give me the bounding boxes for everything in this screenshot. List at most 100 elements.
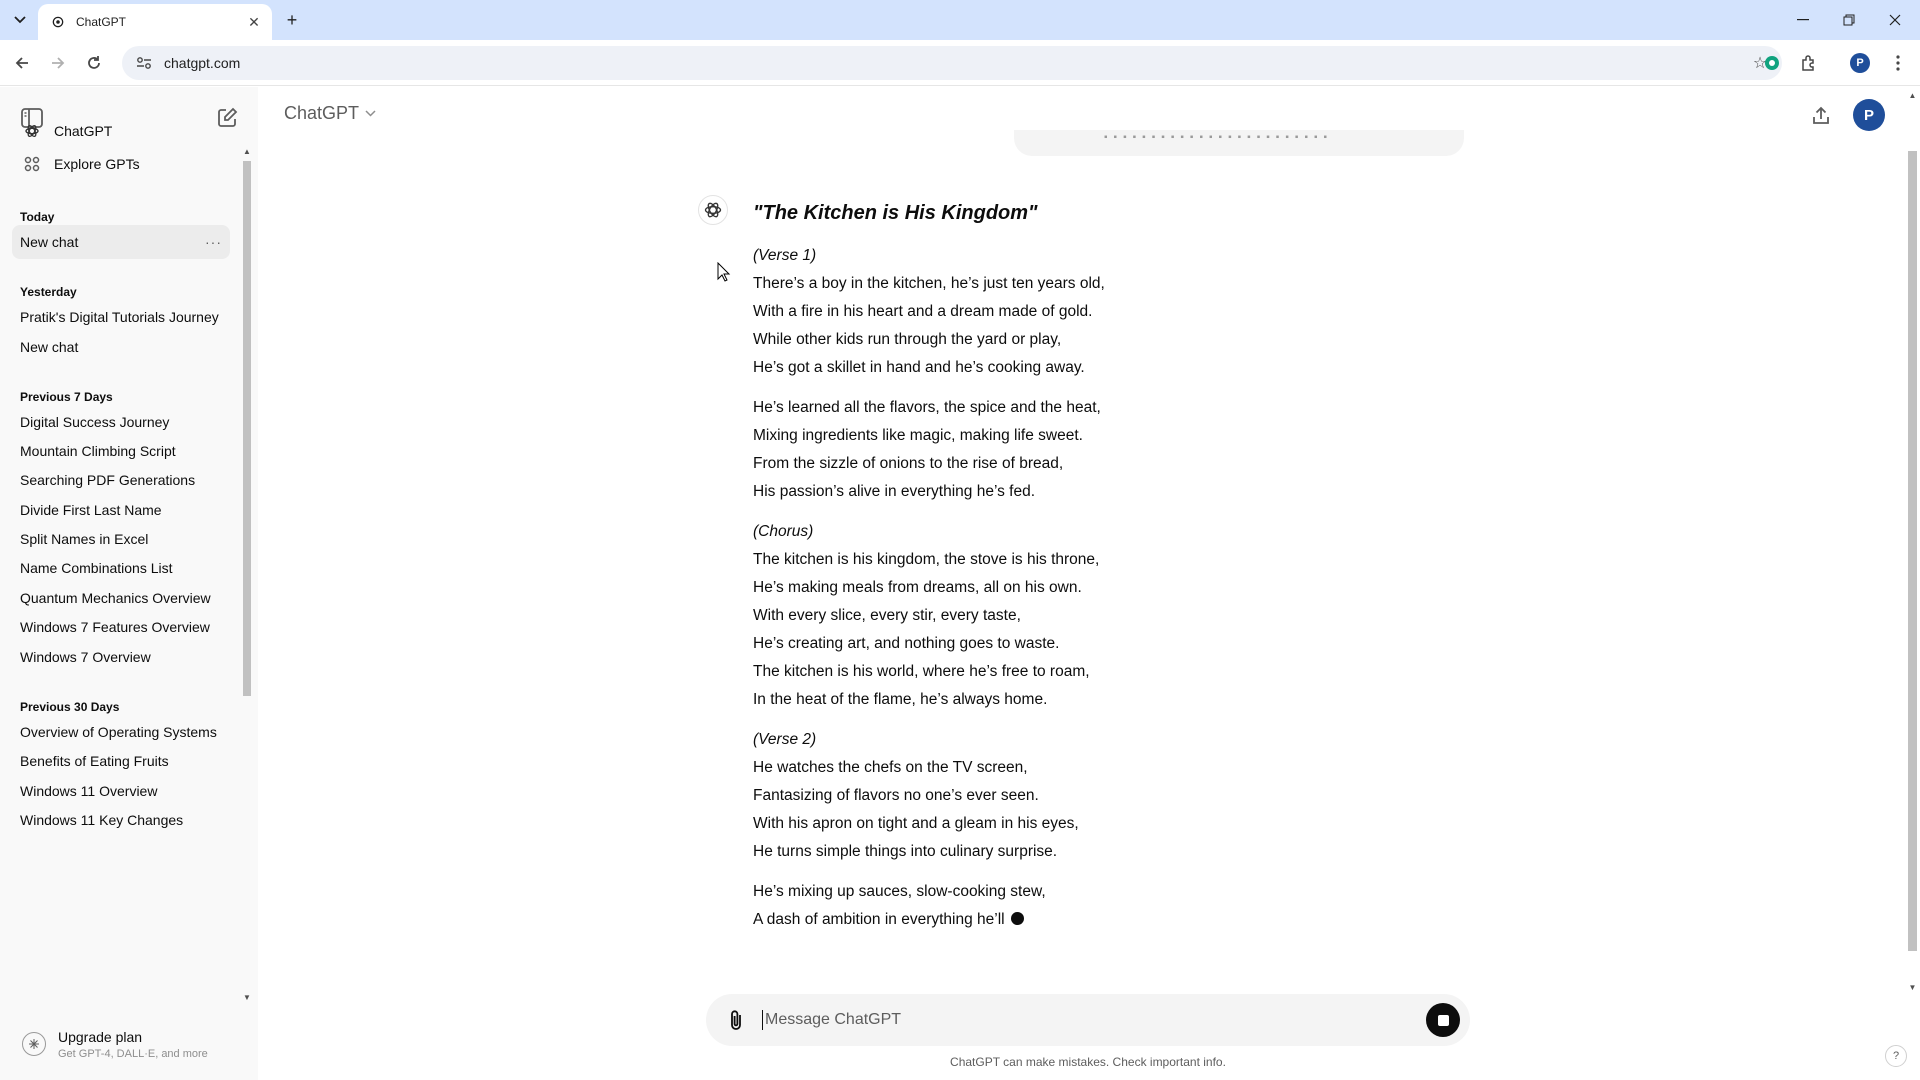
poem-line-text: The kitchen is his kingdom, the stove is… — [753, 551, 1100, 568]
sidebar-chat-item[interactable]: Name Combinations List — [12, 551, 230, 585]
poem-line-text: He’s got a skillet in hand and he’s cook… — [753, 359, 1085, 376]
model-name: ChatGPT — [284, 103, 360, 123]
sidebar-section-heading: Today — [20, 210, 55, 224]
chat-item-label: New chat — [20, 339, 79, 355]
poem-line: Mixing ingredients like magic, making li… — [753, 422, 1513, 450]
reload-icon[interactable] — [82, 51, 106, 75]
browser-tab-strip: ChatGPT ✕ + — [0, 0, 1920, 40]
back-arrow-icon[interactable] — [10, 51, 34, 75]
minimize-window-icon[interactable] — [1780, 0, 1826, 40]
tab-search-chevron-icon[interactable] — [8, 8, 32, 32]
stanza-label: (Verse 2) — [753, 731, 817, 748]
chat-item-label: Quantum Mechanics Overview — [20, 590, 211, 606]
poem-line-text: Fantasizing of flavors no one’s ever see… — [753, 787, 1039, 804]
share-icon[interactable] — [1806, 101, 1836, 131]
sidebar-link-label: ChatGPT — [54, 123, 113, 139]
chat-item-label: Digital Success Journey — [20, 414, 170, 430]
scroll-down-arrow-icon[interactable]: ▼ — [1905, 983, 1920, 992]
sidebar-link-explore-gpts[interactable]: Explore GPTs — [12, 147, 234, 181]
poem-stanza: (Chorus) The kitchen is his kingdom, the … — [753, 518, 1513, 714]
poem-stanza: (Verse 1) There’s a boy in the kitchen, h… — [753, 242, 1513, 382]
upgrade-plan-button[interactable]: Upgrade plan Get GPT-4, DALL·E, and more — [12, 1016, 242, 1072]
poem-line: While other kids run through the yard or… — [753, 326, 1513, 354]
upgrade-subtitle: Get GPT-4, DALL·E, and more — [58, 1047, 208, 1060]
sidebar-chat-item[interactable]: Searching PDF Generations — [12, 463, 230, 497]
extensions-puzzle-icon[interactable] — [1797, 51, 1821, 75]
poem-line: The kitchen is his world, where he’s fre… — [753, 658, 1513, 686]
chat-item-label: Overview of Operating Systems — [20, 724, 217, 740]
sidebar-link-label: Explore GPTs — [54, 156, 140, 172]
poem-line-text: There’s a boy in the kitchen, he’s just … — [753, 275, 1105, 292]
mouse-pointer-icon — [717, 262, 731, 282]
sidebar-chat-item[interactable]: Windows 7 Overview — [12, 640, 230, 674]
chat-item-label: Windows 7 Overview — [20, 649, 151, 665]
new-tab-button[interactable]: + — [280, 8, 304, 32]
poem-line: He’s creating art, and nothing goes to w… — [753, 630, 1513, 658]
restore-window-icon[interactable] — [1826, 0, 1872, 40]
poem-line-text: He’s mixing up sauces, slow-cooking stew… — [753, 883, 1046, 900]
chat-item-label: Mountain Climbing Script — [20, 443, 176, 459]
assistant-response: "The Kitchen is His Kingdom" (Verse 1) Th… — [753, 196, 1513, 934]
grid-icon — [20, 152, 44, 176]
stop-generating-button[interactable] — [1426, 1003, 1460, 1037]
forward-arrow-icon[interactable] — [46, 51, 70, 75]
poem-line-text: He’s learned all the flavors, the spice … — [753, 399, 1101, 416]
poem-line-text: A dash of ambition in everything he’ll — [753, 911, 1005, 928]
poem-line: He watches the chefs on the TV screen, — [753, 754, 1513, 782]
address-bar[interactable]: chatgpt.com ☆ — [122, 46, 1782, 80]
sidebar-chat-item[interactable]: New chat ··· — [12, 225, 230, 259]
sidebar-chat-item[interactable]: New chat — [12, 330, 230, 364]
poem-line: His passion’s alive in everything he’s f… — [753, 478, 1513, 506]
sidebar-scrollbar[interactable]: ▲ ▼ — [241, 147, 253, 1002]
sidebar-scroll-thumb[interactable] — [243, 161, 251, 696]
poem-stanza: (Verse 2) He watches the chefs on the TV … — [753, 726, 1513, 866]
poem-line: With every slice, every stir, every tast… — [753, 602, 1513, 630]
help-button[interactable]: ? — [1885, 1045, 1907, 1067]
poem-line: He’s got a skillet in hand and he’s cook… — [753, 354, 1513, 382]
stop-square-icon — [1437, 1014, 1449, 1026]
poem-line: He’s mixing up sauces, slow-cooking stew… — [753, 878, 1513, 906]
poem-line: With a fire in his heart and a dream mad… — [753, 298, 1513, 326]
poem-line-text: He turns simple things into culinary sur… — [753, 843, 1058, 860]
sidebar-chat-item[interactable]: Windows 7 Features Overview — [12, 610, 230, 644]
main-scrollbar[interactable]: ▲ ▼ — [1905, 87, 1920, 992]
sidebar-link-chatgpt[interactable]: ChatGPT — [12, 114, 234, 148]
browser-profile-avatar[interactable]: P — [1848, 51, 1872, 75]
poem-line-text: His passion’s alive in everything he’s f… — [753, 483, 1036, 500]
poem-line: With his apron on tight and a gleam in h… — [753, 810, 1513, 838]
more-options-icon[interactable]: ··· — [205, 234, 222, 250]
sidebar-chat-item[interactable]: Pratik's Digital Tutorials Journey — [12, 300, 230, 334]
poem-title: "The Kitchen is His Kingdom" — [753, 202, 1038, 224]
chatgpt-favicon-icon — [50, 14, 66, 30]
sidebar-chat-item[interactable]: Windows 11 Key Changes — [12, 803, 230, 837]
message-composer — [706, 994, 1470, 1046]
poem-line: The kitchen is his kingdom, the stove is… — [753, 546, 1513, 574]
close-window-icon[interactable] — [1872, 0, 1918, 40]
upgrade-sparkle-icon — [22, 1032, 46, 1056]
message-input[interactable] — [765, 1011, 1426, 1029]
poem-line: A dash of ambition in everything he’ll — [753, 906, 1513, 934]
poem-line-text: Mixing ingredients like magic, making li… — [753, 427, 1083, 444]
poem-line-text: He’s making meals from dreams, all on hi… — [753, 579, 1082, 596]
model-selector[interactable]: ChatGPT — [284, 103, 376, 124]
browser-menu-icon[interactable] — [1886, 51, 1910, 75]
user-avatar[interactable]: P — [1853, 99, 1885, 131]
chat-item-label: Name Combinations List — [20, 560, 173, 576]
scroll-down-arrow-icon[interactable]: ▼ — [241, 993, 253, 1002]
truncated-text-placeholder: ▪▪▪▪▪▪▪▪▪▪▪▪▪▪▪▪▪▪▪▪▪▪▪▪ — [1104, 132, 1334, 143]
chat-item-label: Windows 11 Key Changes — [20, 812, 184, 828]
close-tab-icon[interactable]: ✕ — [246, 14, 262, 31]
paperclip-icon[interactable] — [722, 1006, 750, 1034]
chat-item-label: Benefits of Eating Fruits — [20, 753, 169, 769]
sidebar-chat-item[interactable]: Benefits of Eating Fruits — [12, 744, 230, 778]
chat-item-label: Divide First Last Name — [20, 502, 162, 518]
main-scroll-thumb[interactable] — [1908, 151, 1917, 951]
poem-stanza: He’s mixing up sauces, slow-cooking stew… — [753, 878, 1513, 934]
poem-line-text: The kitchen is his world, where he’s fre… — [753, 663, 1090, 680]
browser-tab[interactable]: ChatGPT ✕ — [38, 4, 272, 40]
scroll-up-arrow-icon[interactable]: ▲ — [1905, 91, 1920, 100]
scroll-up-arrow-icon[interactable]: ▲ — [241, 147, 253, 156]
chat-item-label: Windows 11 Overview — [20, 783, 158, 799]
site-info-icon[interactable] — [132, 56, 156, 70]
extension-openai-icon[interactable] — [1760, 51, 1784, 75]
